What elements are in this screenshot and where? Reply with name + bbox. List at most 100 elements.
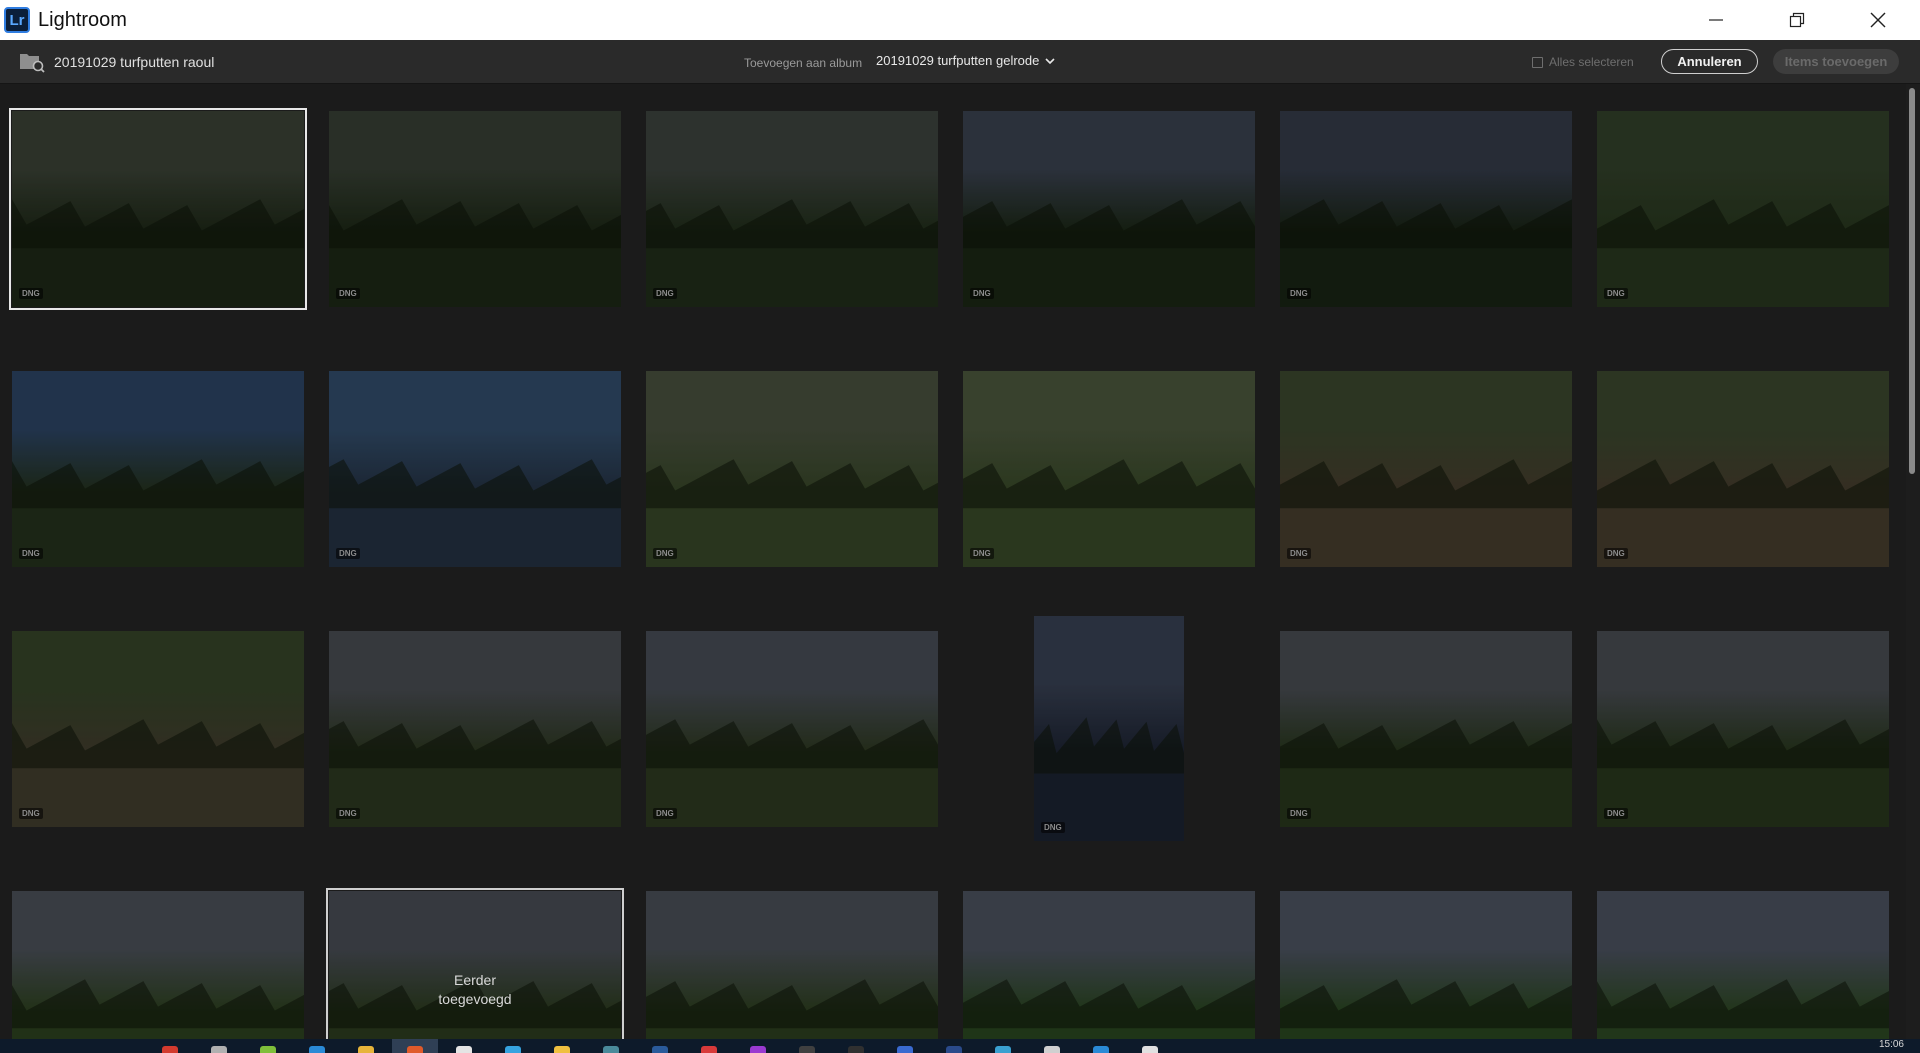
lightroom-logo-icon: Lr [4, 7, 30, 33]
taskbar-app-icon[interactable] [652, 1046, 668, 1053]
photo-thumbnail[interactable]: DNG [1597, 631, 1889, 827]
photo-thumbnail[interactable]: DNG [12, 631, 304, 827]
app-title: Lightroom [38, 8, 127, 31]
photo-thumbnail[interactable]: DNG [329, 631, 621, 827]
photo-thumbnail[interactable]: DNG [963, 111, 1255, 307]
photo-thumbnail[interactable]: DNG [12, 371, 304, 567]
taskbar-app-icon[interactable] [848, 1046, 864, 1053]
photo-thumbnail[interactable]: DNG [1597, 111, 1889, 307]
photo-thumbnail[interactable]: DNG [1280, 631, 1572, 827]
file-type-badge: DNG [653, 288, 677, 299]
photo-thumbnail[interactable]: DNG [646, 631, 938, 827]
file-type-badge: DNG [19, 808, 43, 819]
photo-thumbnail[interactable]: DNG [963, 371, 1255, 567]
taskbar-app-icon[interactable] [897, 1046, 913, 1053]
folder-search-icon [20, 54, 45, 73]
photo-thumbnail[interactable] [1280, 891, 1572, 1039]
file-type-badge: DNG [336, 808, 360, 819]
taskbar-app-icon[interactable] [946, 1046, 962, 1053]
photo-thumbnail[interactable]: DNG [1280, 111, 1572, 307]
photo-thumbnail[interactable] [12, 891, 304, 1039]
dim-overlay [12, 891, 304, 1039]
photo-thumbnail[interactable]: DNG [329, 371, 621, 567]
photo-thumbnail[interactable]: DNG [9, 108, 307, 310]
cancel-button[interactable]: Annuleren [1661, 49, 1758, 74]
photo-thumbnail[interactable]: DNG [1280, 371, 1572, 567]
dim-overlay [1597, 891, 1889, 1039]
taskbar-app-icon[interactable] [1093, 1046, 1109, 1053]
file-type-badge: DNG [653, 548, 677, 559]
file-type-badge: DNG [19, 288, 43, 299]
chevron-down-icon [1045, 57, 1055, 64]
select-all-checkbox[interactable] [1532, 56, 1543, 68]
dim-overlay [1597, 111, 1889, 307]
import-toolbar: 20191029 turfputten raoul Toevoegen aan … [0, 40, 1920, 84]
taskbar-app-icon[interactable] [750, 1046, 766, 1053]
dim-overlay [1280, 631, 1572, 827]
taskbar-app-icon[interactable] [799, 1046, 815, 1053]
photo-thumbnail[interactable]: DNG [646, 371, 938, 567]
photo-thumbnail[interactable]: DNG [329, 111, 621, 307]
photo-thumbnail[interactable]: DNG [1597, 371, 1889, 567]
taskbar-app-icon[interactable] [162, 1046, 178, 1053]
taskbar: 15:06 [0, 1039, 1920, 1053]
file-type-badge: DNG [336, 548, 360, 559]
file-type-badge: DNG [1604, 548, 1628, 559]
taskbar-app-icon[interactable] [701, 1046, 717, 1053]
select-all-toggle[interactable]: Alles selecteren [1532, 55, 1634, 69]
restore-button[interactable] [1777, 0, 1817, 40]
file-type-badge: DNG [970, 288, 994, 299]
dim-overlay [329, 631, 621, 827]
close-icon [1870, 12, 1886, 28]
dim-overlay [646, 371, 938, 567]
restore-icon [1789, 12, 1805, 28]
file-type-badge: DNG [970, 548, 994, 559]
taskbar-app-icon[interactable] [505, 1046, 521, 1053]
taskbar-app-icon[interactable] [211, 1046, 227, 1053]
taskbar-app-icon[interactable] [1142, 1046, 1158, 1053]
photo-thumbnail[interactable]: DNG [1034, 616, 1184, 841]
taskbar-app-icon[interactable] [456, 1046, 472, 1053]
taskbar-clock: 15:06 [1878, 1039, 1904, 1050]
file-type-badge: DNG [1604, 288, 1628, 299]
photo-thumbnail[interactable] [646, 891, 938, 1039]
taskbar-app-icon[interactable] [995, 1046, 1011, 1053]
add-items-button[interactable]: Items toevoegen [1773, 49, 1899, 74]
dim-overlay [1280, 371, 1572, 567]
scrollbar-thumb[interactable] [1909, 88, 1915, 474]
minimize-button[interactable] [1696, 0, 1736, 40]
photo-thumbnail[interactable]: Eerder toegevoegd [326, 888, 624, 1039]
taskbar-app-icon[interactable] [407, 1046, 423, 1053]
file-type-badge: DNG [653, 808, 677, 819]
photo-grid: DNG DNG DNG DNG DNG DNG DNG DNG DNG DNG DNG DNG DNG D… [0, 84, 1906, 1039]
dim-overlay [1280, 111, 1572, 307]
dim-overlay [646, 891, 938, 1039]
file-type-badge: DNG [19, 548, 43, 559]
title-bar: Lr Lightroom [0, 0, 1920, 40]
dim-overlay [329, 371, 621, 567]
taskbar-app-icon[interactable] [554, 1046, 570, 1053]
dim-overlay [963, 111, 1255, 307]
close-button[interactable] [1858, 0, 1898, 40]
album-dropdown[interactable]: 20191029 turfputten gelrode [876, 53, 1055, 68]
file-type-badge: DNG [336, 288, 360, 299]
dim-overlay [1280, 891, 1572, 1039]
photo-thumbnail[interactable] [963, 891, 1255, 1039]
taskbar-app-icon[interactable] [1044, 1046, 1060, 1053]
album-label: Toevoegen aan album [744, 56, 863, 70]
file-type-badge: DNG [1287, 288, 1311, 299]
dim-overlay [1034, 616, 1184, 841]
previously-added-label: Eerder toegevoegd [438, 972, 512, 1007]
select-all-label: Alles selecteren [1549, 55, 1634, 69]
vertical-scrollbar[interactable] [1906, 84, 1920, 1039]
taskbar-app-icon[interactable] [358, 1046, 374, 1053]
dim-overlay [1597, 371, 1889, 567]
photo-thumbnail[interactable] [1597, 891, 1889, 1039]
dim-overlay [12, 111, 304, 307]
dim-overlay [12, 631, 304, 827]
taskbar-app-icon[interactable] [260, 1046, 276, 1053]
taskbar-app-icon[interactable] [309, 1046, 325, 1053]
source-folder-name: 20191029 turfputten raoul [54, 54, 215, 70]
photo-thumbnail[interactable]: DNG [646, 111, 938, 307]
taskbar-app-icon[interactable] [603, 1046, 619, 1053]
